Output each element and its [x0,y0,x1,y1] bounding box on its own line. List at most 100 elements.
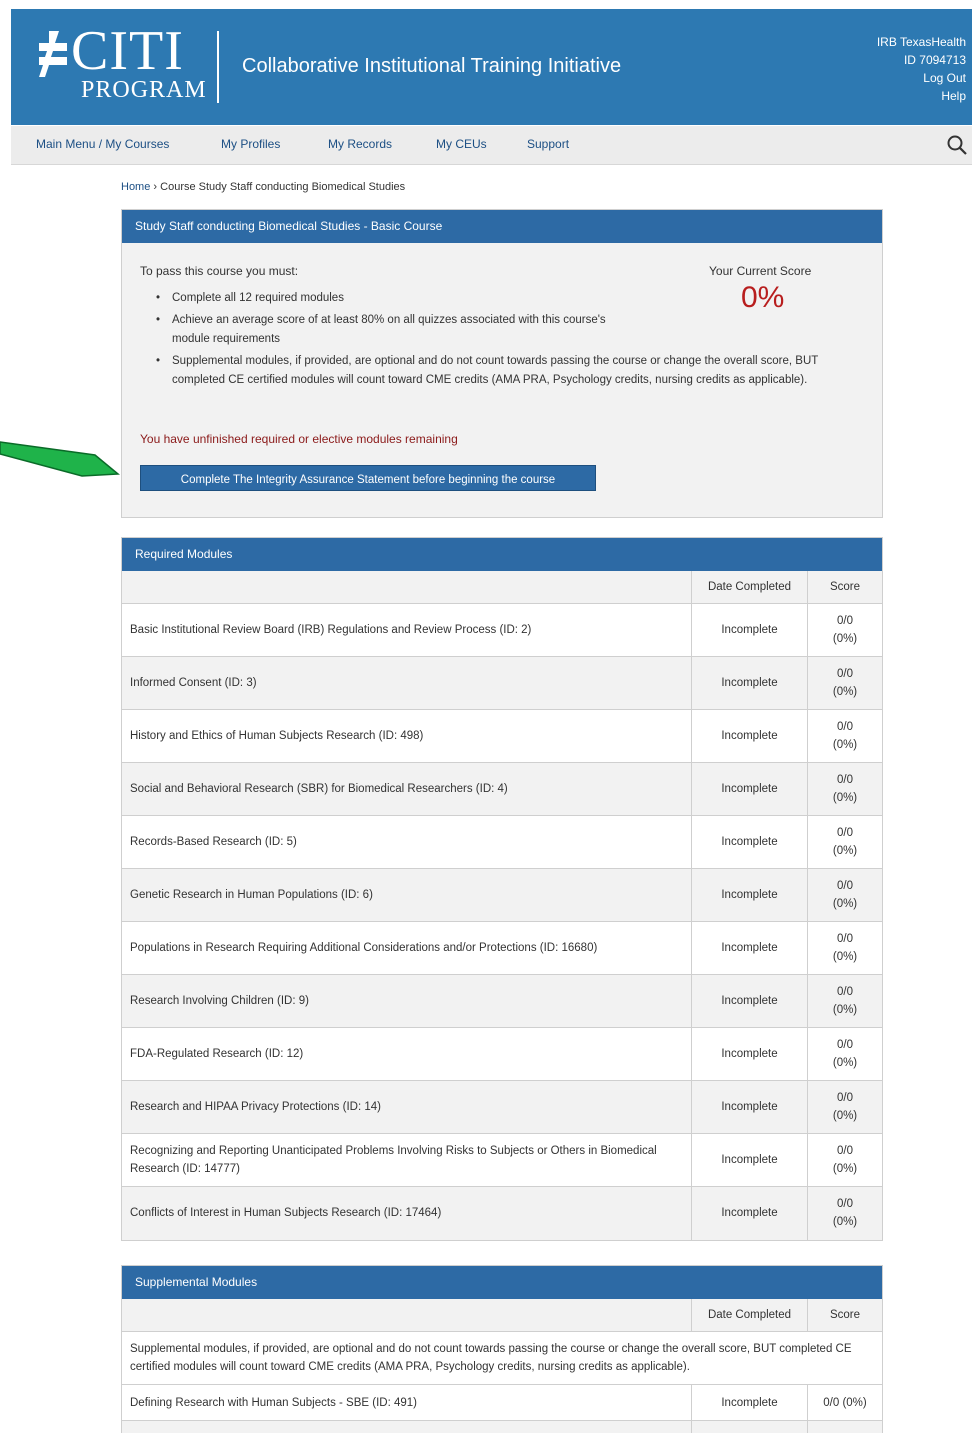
course-panel: Study Staff conducting Biomedical Studie… [121,209,883,518]
date-completed: Incomplete [691,1080,808,1134]
module-link[interactable]: Recognizing and Reporting Unanticipated … [130,1145,657,1175]
date-completed: Incomplete [691,921,808,975]
search-icon[interactable] [946,134,968,156]
score-column-header: Score [807,571,882,604]
logo-text-main: CITI [71,20,184,82]
table-row: Populations in Research Requiring Additi… [122,921,882,975]
user-id: ID 7094713 [903,53,966,67]
date-completed: Incomplete [691,762,808,816]
date-completed: Incomplete [691,868,808,922]
module-link[interactable]: Basic Institutional Review Board (IRB) R… [130,624,531,636]
module-score: 0/0 (0%) [807,1027,882,1081]
module-score: 0/0 (0%) [807,709,882,763]
user-info: IRB TexasHealth ID 7094713 Log Out Help [877,33,966,105]
module-link[interactable]: Genetic Research in Human Populations (I… [130,889,373,901]
header-divider [217,31,219,103]
table-row: FDA-Regulated Research (ID: 12) Incomple… [122,1027,882,1081]
score-percent: (0%) [832,1216,858,1229]
current-score: 0% [741,281,785,314]
breadcrumb: Home › Course Study Staff conducting Bio… [121,181,405,193]
course-requirements: To pass this course you must: Complete a… [122,243,882,517]
score-fraction: 0/0 [837,880,853,892]
logo-text-sub: PROGRAM [81,77,207,103]
main-nav: Main Menu / My Courses My Profiles My Re… [11,126,972,165]
annotation-arrow [0,441,120,477]
date-completed: Incomplete [691,656,808,710]
module-link[interactable]: Social and Behavioral Research (SBR) for… [130,783,508,795]
score-fraction: 0/0 [837,986,853,998]
table-row: Records-Based Research (ID: 5) Incomplet… [122,815,882,869]
table-row: Informed Consent (ID: 3) Incomplete 0/0 (… [122,656,882,710]
module-score: 0/0 (0%) [807,1080,882,1134]
module-score: 0/0 (0%) [807,603,882,657]
module-link[interactable]: Informed Consent (ID: 3) [130,677,257,689]
date-completed: Incomplete [691,1384,808,1421]
help-link[interactable]: Help [877,87,966,105]
score-percent: (0%) [832,739,858,751]
module-link[interactable]: Conflicts of Interest in Human Subjects … [130,1207,441,1219]
unfinished-notice: You have unfinished required or elective… [140,432,458,446]
nav-my-records[interactable]: My Records [328,137,392,151]
module-link[interactable]: Research and HIPAA Privacy Protections (… [130,1101,381,1113]
module-link[interactable]: Records-Based Research (ID: 5) [130,836,297,848]
module-column-header [122,571,692,604]
date-completed: Incomplete [691,1133,808,1187]
module-link[interactable]: Defining Research with Human Subjects - … [130,1397,417,1409]
nav-support[interactable]: Support [527,137,569,151]
breadcrumb-separator: › [153,181,158,193]
date-completed: Incomplete [691,1186,808,1240]
score-column-header: Score [807,1299,882,1332]
score-fraction: 0/0 [837,1198,853,1211]
citi-logo-mark-icon [39,31,67,77]
module-column-header [122,1299,692,1332]
breadcrumb-current: Course Study Staff conducting Biomedical… [160,181,406,193]
module-score: 0/0 (0%) [807,1186,882,1240]
score-fraction: 0/0 [837,721,853,733]
date-completed: Incomplete [691,974,808,1028]
module-link[interactable]: Populations in Research Requiring Additi… [130,942,597,954]
table-row: Research and HIPAA Privacy Protections (… [122,1080,882,1134]
score-percent: (0%) [832,1004,858,1016]
table-row [122,1420,882,1433]
score-percent: (0%) [832,1057,858,1069]
requirements-intro: To pass this course you must: [140,264,299,278]
score-percent: (0%) [832,1110,858,1122]
score-percent: (0%) [832,633,858,645]
table-row: Recognizing and Reporting Unanticipated … [122,1133,882,1187]
table-row: Genetic Research in Human Populations (I… [122,868,882,922]
user-org: IRB TexasHealth [876,35,966,49]
site-title: Collaborative Institutional Training Ini… [242,55,622,77]
date-completed: Incomplete [691,709,808,763]
table-row: History and Ethics of Human Subjects Res… [122,709,882,763]
score-fraction: 0/0 [837,1145,853,1157]
score-percent: (0%) [832,1163,858,1175]
score-fraction: 0/0 [837,668,853,680]
score-percent: (0%) [832,951,858,963]
supplemental-modules-panel: Supplemental Modules Date Completed Scor… [121,1265,883,1433]
requirement-item: Achieve an average score of at least 80%… [140,311,612,349]
score-fraction: 0/0 [837,827,853,839]
date-column-header: Date Completed [691,571,808,604]
date-completed: Incomplete [691,603,808,657]
score-fraction: 0/0 [837,615,853,627]
nav-my-ceus[interactable]: My CEUs [436,137,487,151]
module-link[interactable]: FDA-Regulated Research (ID: 12) [130,1048,303,1060]
nav-main-menu[interactable]: Main Menu / My Courses [36,137,169,151]
requirement-item: Supplemental modules, if provided, are o… [140,352,860,390]
score-label: Your Current Score [709,264,812,278]
table-row: Research Involving Children (ID: 9) Inco… [122,974,882,1028]
citi-program-logo[interactable]: CITI PROGRAM [37,21,206,107]
module-score: 0/0 (0%) [807,656,882,710]
table-row: Defining Research with Human Subjects - … [122,1384,882,1421]
module-link[interactable]: Research Involving Children (ID: 9) [130,995,309,1007]
date-column-header: Date Completed [691,1299,808,1332]
score-fraction: 0/0 [837,1039,853,1051]
nav-my-profiles[interactable]: My Profiles [221,137,280,151]
supplemental-modules-table: Date Completed Score Supplemental module… [122,1299,882,1433]
integrity-assurance-button[interactable]: Complete The Integrity Assurance Stateme… [140,465,596,491]
breadcrumb-home-link[interactable]: Home [121,181,150,193]
logout-link[interactable]: Log Out [877,69,966,87]
required-modules-title: Required Modules [122,538,882,571]
module-link[interactable]: History and Ethics of Human Subjects Res… [130,730,423,742]
required-modules-table: Date Completed Score Basic Institutional… [122,571,882,1240]
